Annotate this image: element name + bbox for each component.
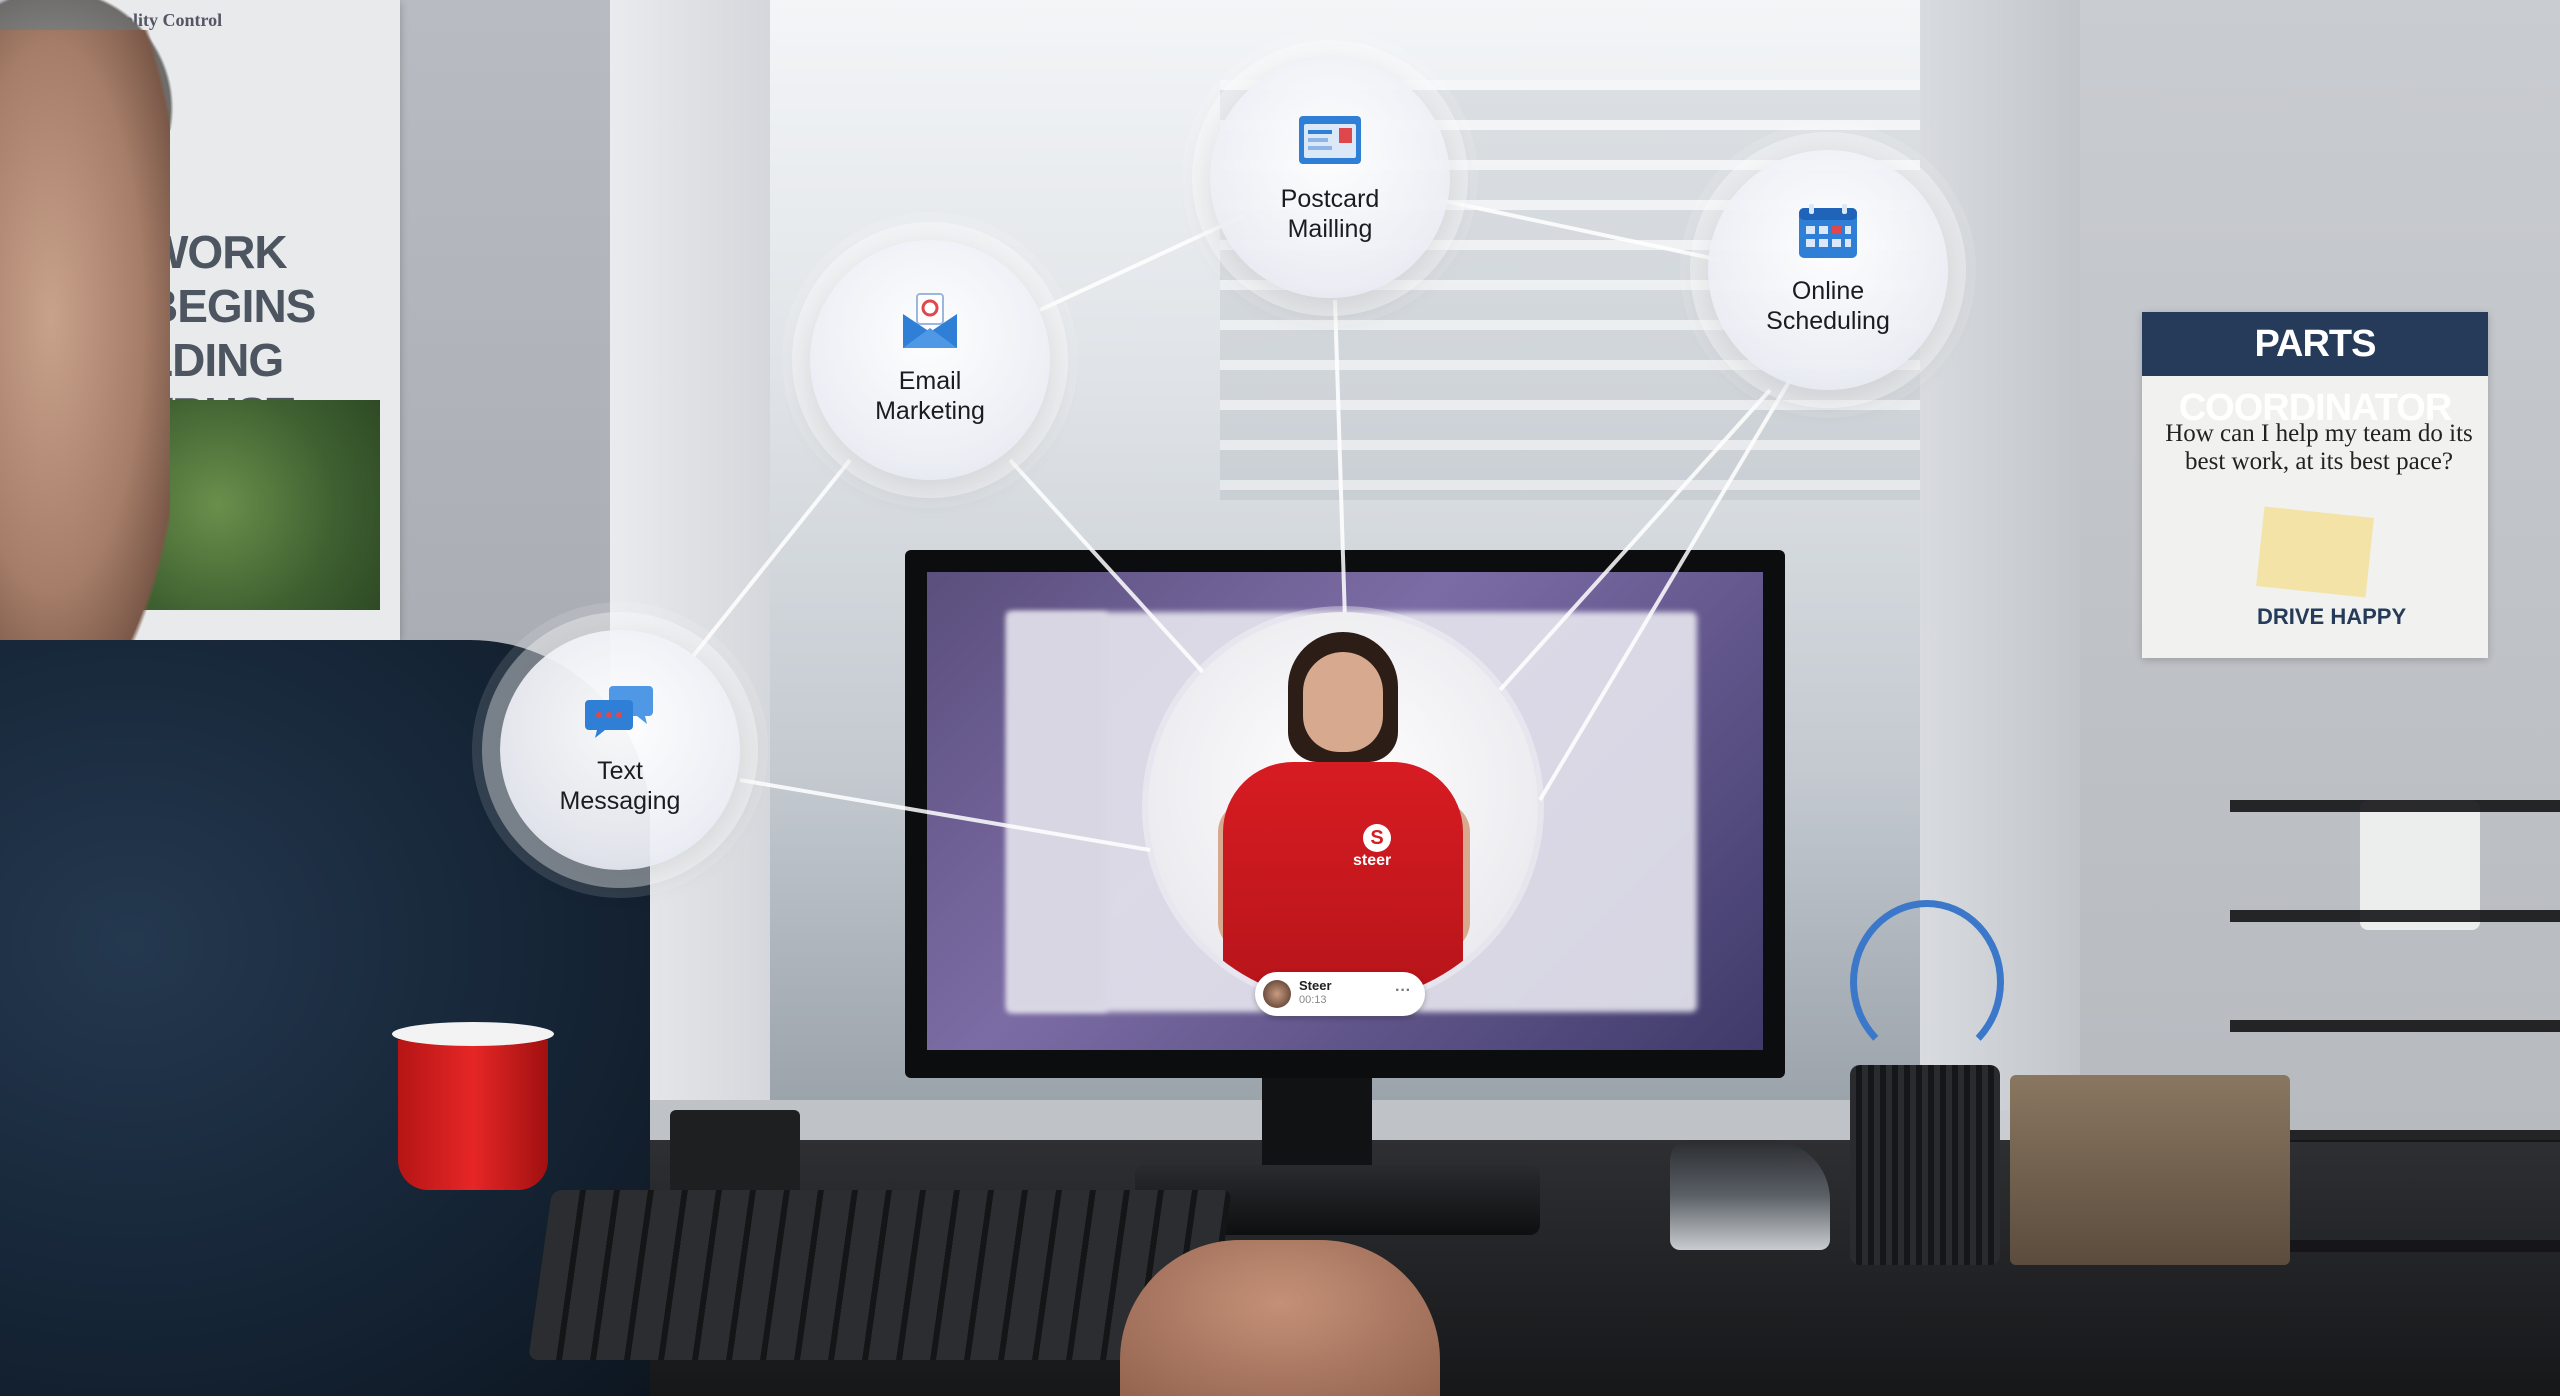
online-scheduling-label: Online Scheduling: [1718, 276, 1938, 336]
card-holder: [2010, 1075, 2290, 1265]
calendar-icon: [1799, 204, 1857, 258]
parts-coordinator-poster: PARTS COORDINATOR How can I help my team…: [2142, 312, 2488, 658]
blurred-sidebar: [1007, 612, 1107, 1012]
text-messaging-bubble[interactable]: Text Messaging: [500, 630, 740, 870]
person-hand: [1120, 1240, 1440, 1396]
text-messaging-label: Text Messaging: [510, 756, 730, 816]
stapler: [1670, 1140, 1830, 1250]
message-time: 00:13: [1299, 994, 1327, 1006]
text-label-line2: Messaging: [559, 787, 681, 815]
postcard-mailing-label: Postcard Mailling: [1220, 184, 1440, 244]
person-head: [0, 30, 170, 670]
presenter-face: [1303, 652, 1383, 752]
steer-logo-icon: S: [1363, 824, 1391, 852]
poster-banner: PARTS COORDINATOR: [2142, 312, 2488, 429]
postcard-label-line1: Postcard: [1280, 185, 1380, 213]
red-cup: [392, 1022, 554, 1190]
postcard-label-line2: Mailling: [1287, 215, 1373, 243]
poster-brand: DRIVE HAPPY: [2257, 604, 2407, 629]
online-scheduling-bubble[interactable]: Online Scheduling: [1708, 150, 1948, 390]
poster-slogan-line1: WORK BEGINS: [145, 226, 316, 332]
more-options-icon[interactable]: ···: [1395, 982, 1411, 1000]
email-marketing-bubble[interactable]: Email Marketing: [810, 240, 1050, 480]
email-envelope-icon: [903, 293, 957, 348]
presenter-bubble[interactable]: S steer: [1148, 612, 1538, 1002]
text-label-line1: Text: [597, 757, 643, 785]
postcard-icon: [1299, 116, 1361, 164]
sender-name: Steer: [1299, 978, 1332, 993]
email-label-line1: Email: [898, 367, 962, 395]
steer-message-card[interactable]: Steer 00:13 ···: [1255, 972, 1425, 1016]
chat-bubbles-icon: [585, 686, 653, 738]
presenter-shirt: [1223, 762, 1463, 1002]
sticky-note: [2256, 506, 2374, 598]
online-label-line2: Scheduling: [1766, 307, 1890, 335]
poster-question: How can I help my team do its best work,…: [2165, 420, 2473, 475]
avatar: [1263, 980, 1291, 1008]
postcard-mailing-bubble[interactable]: Postcard Mailling: [1210, 58, 1450, 298]
shirt-brand-text: steer: [1353, 852, 1392, 869]
email-label-line2: Marketing: [875, 397, 985, 425]
scissors: [1850, 900, 2004, 1064]
pen-cup: [1850, 1065, 2000, 1265]
email-marketing-label: Email Marketing: [820, 366, 1040, 426]
online-label-line1: Online: [1791, 277, 1865, 305]
